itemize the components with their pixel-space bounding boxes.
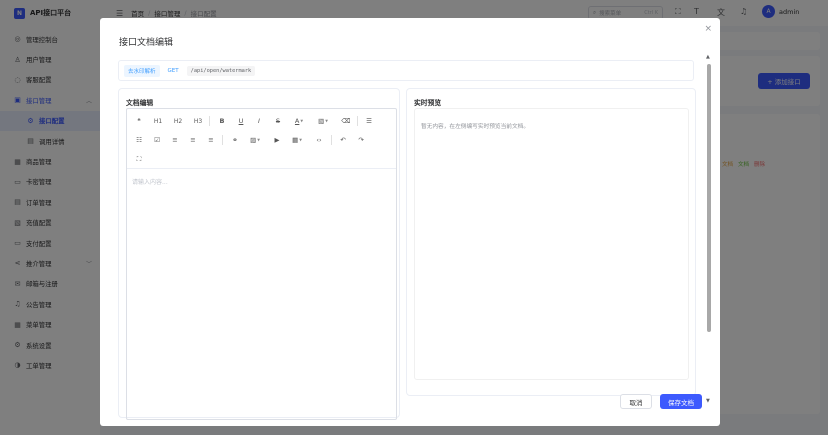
toolbar-divider <box>209 116 210 126</box>
cancel-button[interactable]: 取消 <box>620 394 652 409</box>
api-path-tag: /api/open/watermark <box>186 65 256 76</box>
dialog-scrollbar[interactable]: ▲ ▼ <box>705 54 713 404</box>
editor-panel: 文档编辑 ❝ H1 H2 H3 B U I S A▼ ▧▼ ⌫ ☰ ☷ ☑ <box>118 88 400 420</box>
chevron-down-icon: ▼ <box>325 119 328 123</box>
italic-button[interactable]: I <box>252 115 266 127</box>
image-button[interactable]: ▨ ▼ <box>246 134 264 146</box>
preview-content: 暂无内容，在左侧编写实时预览当前文档。 <box>414 108 689 380</box>
font-color-icon: A <box>294 117 300 125</box>
preview-empty-text: 暂无内容，在左侧编写实时预览当前文档。 <box>421 124 530 130</box>
heading-1-button[interactable]: H1 <box>151 115 165 127</box>
table-icon: ▦ <box>292 136 299 144</box>
todo-list-icon[interactable]: ☑ <box>150 134 164 146</box>
chevron-down-icon: ▼ <box>300 119 304 123</box>
dialog-title: 接口文档编辑 <box>119 38 174 48</box>
toolbar-divider <box>357 116 358 126</box>
toolbar-divider <box>222 135 223 145</box>
bold-button[interactable]: B <box>215 115 229 127</box>
chevron-down-icon: ▼ <box>257 138 260 142</box>
bg-color-button[interactable]: ▧ ▼ <box>314 115 332 127</box>
rich-text-editor: ❝ H1 H2 H3 B U I S A▼ ▧▼ ⌫ ☰ ☷ ☑ ≡ ≡ ≡ <box>126 108 397 420</box>
code-icon[interactable]: ‹› <box>312 134 326 146</box>
api-name-tag: 去水印解析 <box>124 64 160 77</box>
underline-button[interactable]: U <box>234 115 248 127</box>
close-icon[interactable]: × <box>704 24 712 34</box>
align-center-icon[interactable]: ≡ <box>186 134 200 146</box>
chevron-down-icon: ▼ <box>299 138 302 142</box>
editor-placeholder[interactable]: 请输入内容... <box>132 177 168 186</box>
video-icon[interactable]: ▶ <box>270 134 284 146</box>
editor-title: 文档编辑 <box>126 99 154 107</box>
preview-panel: 实时预览 暂无内容，在左侧编写实时预览当前文档。 <box>406 88 696 396</box>
align-left-icon[interactable]: ≡ <box>168 134 182 146</box>
table-button[interactable]: ▦ ▼ <box>288 134 306 146</box>
scrollbar-thumb[interactable] <box>706 64 711 332</box>
align-right-icon[interactable]: ≡ <box>204 134 218 146</box>
ordered-list-icon[interactable]: ☷ <box>132 134 146 146</box>
bullet-list-icon[interactable]: ☰ <box>362 115 376 127</box>
editor-toolbar: ❝ H1 H2 H3 B U I S A▼ ▧▼ ⌫ ☰ ☷ ☑ ≡ ≡ ≡ <box>127 109 396 169</box>
fullscreen-icon[interactable]: ⛶ <box>132 153 146 165</box>
api-method-tag: GET <box>167 67 179 74</box>
save-document-button[interactable]: 保存文档 <box>660 394 702 409</box>
strikethrough-button[interactable]: S <box>271 115 285 127</box>
redo-icon[interactable]: ↷ <box>354 134 368 146</box>
link-icon[interactable]: ⚭ <box>228 134 242 146</box>
scroll-down-arrow-icon[interactable]: ▼ <box>706 398 710 404</box>
api-info-bar: 去水印解析 GET /api/open/watermark <box>118 60 694 81</box>
undo-icon[interactable]: ↶ <box>336 134 350 146</box>
doc-edit-dialog: 接口文档编辑 × 去水印解析 GET /api/open/watermark 文… <box>100 18 720 426</box>
heading-2-button[interactable]: H2 <box>171 115 185 127</box>
clear-format-icon[interactable]: ⌫ <box>339 115 353 127</box>
blockquote-icon[interactable]: ❝ <box>132 115 146 127</box>
image-icon: ▨ <box>250 136 257 144</box>
heading-3-button[interactable]: H3 <box>191 115 205 127</box>
toolbar-divider <box>331 135 332 145</box>
scroll-up-arrow-icon[interactable]: ▲ <box>706 54 710 60</box>
preview-title: 实时预览 <box>414 99 442 107</box>
bg-color-icon: ▧ <box>318 117 325 125</box>
font-color-button[interactable]: A ▼ <box>290 115 308 127</box>
